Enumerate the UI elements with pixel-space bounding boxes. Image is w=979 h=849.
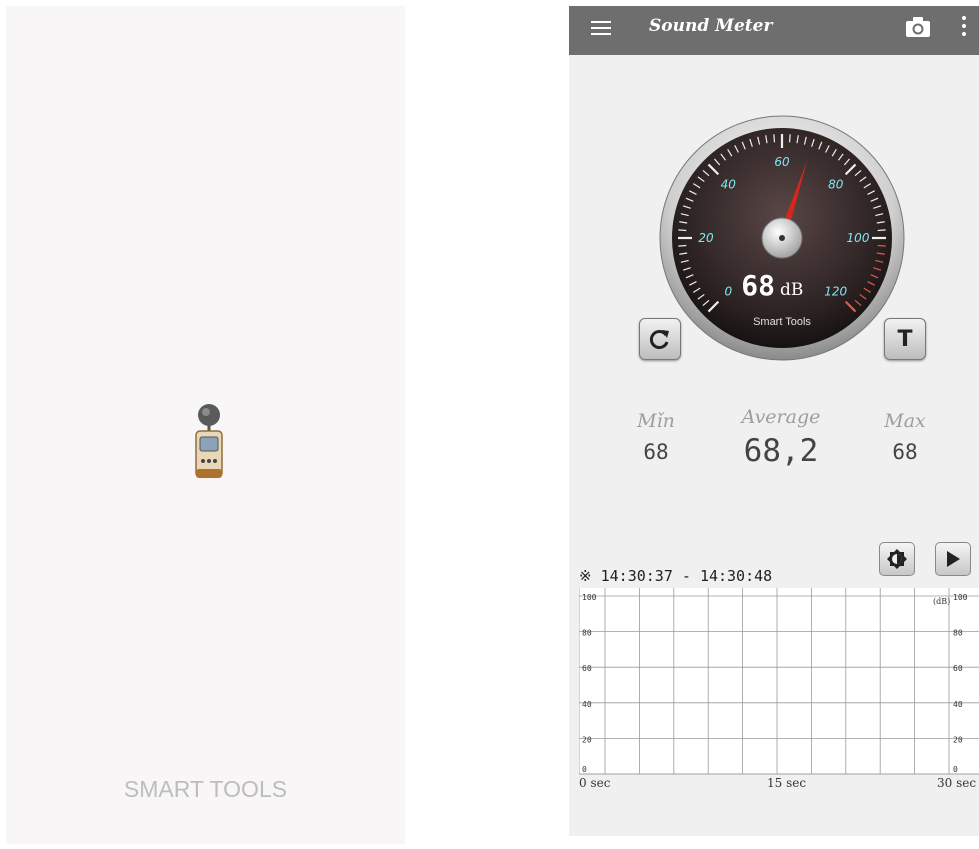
- average-label: Average: [741, 406, 821, 428]
- gauge-tick-label: 120: [824, 285, 847, 299]
- gauge-brand: Smart Tools: [753, 316, 811, 328]
- min-value: 68: [643, 440, 669, 464]
- splash-screen: SMART TOOLS: [6, 6, 405, 844]
- gauge-tick-label: 60: [774, 155, 790, 169]
- play-button[interactable]: [935, 542, 971, 576]
- timer-button-label: T: [897, 326, 913, 352]
- graph-x-labels: 0 sec 15 sec 30 sec: [579, 776, 976, 788]
- time-range: ※ 14:30:37 - 14:30:48: [579, 567, 773, 585]
- splash-brand-text: SMART TOOLS: [123, 776, 288, 802]
- graph-y-tick-label: 20: [582, 735, 592, 744]
- gauge-reading: 68: [741, 269, 775, 302]
- camera-icon[interactable]: [905, 16, 931, 38]
- more-vertical-icon[interactable]: [961, 16, 967, 40]
- graph-y-tick-label: 60: [953, 664, 963, 673]
- graph-y-tick-label: 80: [582, 629, 592, 638]
- gauge-tick-label: 0: [724, 285, 732, 299]
- max-label: Max: [884, 410, 926, 432]
- app-title: Sound Meter: [649, 16, 773, 36]
- max-value: 68: [892, 440, 918, 464]
- app-bar: Sound Meter: [569, 6, 979, 55]
- play-icon: [947, 551, 960, 567]
- gauge-tick: [678, 244, 687, 247]
- brightness-button[interactable]: [879, 542, 915, 576]
- timer-button[interactable]: T: [884, 318, 926, 360]
- graph-y-tick-label: 100: [582, 593, 597, 602]
- graph-unit: (dB): [933, 597, 950, 606]
- graph-y-tick-label: 60: [582, 664, 592, 673]
- graph-y-tick-label: 80: [953, 629, 963, 638]
- graph-y-tick-label: 40: [582, 700, 592, 709]
- average-value: 68,2: [743, 433, 819, 469]
- hamburger-menu-icon[interactable]: [591, 18, 611, 38]
- graph-y-tick-label: 40: [953, 700, 963, 709]
- brightness-icon: [887, 549, 907, 569]
- gauge-tick-label: 80: [828, 177, 844, 191]
- graph-x-tick-label: 0 sec: [579, 776, 611, 788]
- decibel-gauge: 0 20 40 60 80 100 120 68 dB Smart Tools: [659, 115, 905, 361]
- min-label: Mǐn: [637, 410, 675, 432]
- sound-meter-logo-icon: [195, 404, 223, 478]
- decibel-history-graph: 100 100 80 80 60 60 40 40 20 20 0 0 (dB) 0 sec 15 se…: [579, 588, 979, 788]
- gauge-tick: [678, 229, 687, 232]
- refresh-icon: [649, 330, 669, 349]
- reset-button[interactable]: [639, 318, 681, 360]
- gauge-tick-label: 40: [721, 177, 737, 191]
- graph-y-tick-label: 0: [582, 765, 587, 774]
- gauge-tick-label: 100: [847, 231, 870, 245]
- graph-x-tick-label: 15 sec: [767, 776, 806, 788]
- sound-meter-screen: Sound Meter 0 20 40 60 80 100 120 68 dB …: [569, 6, 979, 836]
- graph-y-tick-label: 20: [953, 735, 963, 744]
- gauge-unit: dB: [780, 280, 803, 300]
- gauge-tick: [773, 134, 776, 143]
- graph-x-tick-label: 30 sec: [937, 776, 976, 788]
- gauge-tick: [877, 229, 886, 232]
- graph-y-tick-label: 100: [953, 593, 968, 602]
- gauge-tick: [877, 244, 886, 247]
- gauge-tick-label: 20: [698, 231, 714, 245]
- graph-y-tick-label: 0: [953, 765, 958, 774]
- gauge-tick: [788, 134, 791, 143]
